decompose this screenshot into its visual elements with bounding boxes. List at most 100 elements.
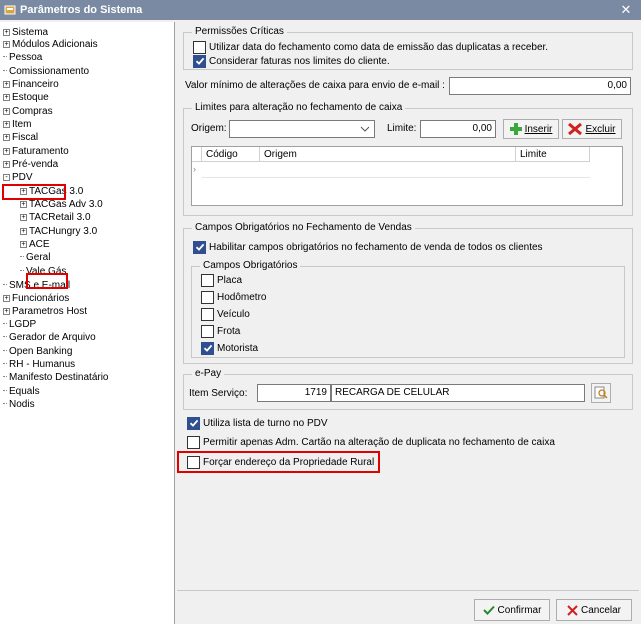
tree-item-label: Pré-venda bbox=[12, 159, 59, 170]
tree-connector bbox=[3, 56, 7, 57]
inserir-button[interactable]: Inserir bbox=[503, 119, 559, 139]
expand-icon[interactable]: + bbox=[3, 41, 10, 48]
checkbox-box bbox=[187, 435, 200, 449]
opt-considerar-faturas-checkbox[interactable]: Considerar faturas nos limites do client… bbox=[193, 54, 390, 68]
origem-select[interactable] bbox=[229, 120, 375, 138]
highlight-geral bbox=[26, 273, 68, 289]
hodometro-label: Hodômetro bbox=[217, 291, 267, 303]
expand-icon[interactable]: + bbox=[3, 121, 10, 128]
table-row[interactable] bbox=[202, 163, 590, 178]
hodometro-checkbox[interactable]: Hodômetro bbox=[201, 290, 266, 304]
excluir-button[interactable]: Excluir bbox=[562, 119, 622, 139]
tree-item-compras[interactable]: + Compras bbox=[3, 106, 53, 118]
lista-turno-label: Utiliza lista de turno no PDV bbox=[203, 417, 328, 429]
settings-tree[interactable]: + Sistema + Módulos Adicionais Pessoa Comissi… bbox=[0, 22, 175, 624]
tree-item-pessoa[interactable]: Pessoa bbox=[3, 52, 42, 64]
tree-item-ace[interactable]: + ACE bbox=[20, 239, 50, 251]
tree-item-label: RH - Humanus bbox=[9, 359, 76, 370]
placa-label: Placa bbox=[217, 274, 243, 286]
chevron-down-icon bbox=[360, 126, 370, 132]
tree-item-fiscal[interactable]: + Fiscal bbox=[3, 132, 38, 144]
inserir-label: Inserir bbox=[524, 123, 553, 135]
delete-icon bbox=[568, 123, 583, 135]
tree-item-tacretail-3-0[interactable]: + TACRetail 3.0 bbox=[20, 212, 91, 224]
cancelar-button[interactable]: Cancelar bbox=[556, 599, 632, 621]
veiculo-checkbox[interactable]: Veículo bbox=[201, 307, 250, 321]
checkmark-icon bbox=[187, 416, 200, 430]
expand-icon[interactable]: + bbox=[3, 148, 10, 155]
expand-icon[interactable]: + bbox=[3, 108, 10, 115]
close-icon[interactable]: ✕ bbox=[611, 0, 641, 20]
tree-item-label: Financeiro bbox=[12, 79, 59, 90]
tree-item-sistema[interactable]: + Sistema bbox=[3, 27, 48, 39]
lista-turno-checkbox[interactable]: Utiliza lista de turno no PDV bbox=[187, 416, 328, 430]
checkbox-box bbox=[201, 273, 214, 287]
tree-item-pre-venda[interactable]: + Pré-venda bbox=[3, 159, 58, 171]
limite-input[interactable]: 0,00 bbox=[420, 120, 496, 138]
tree-item-tacgas-adv-3-0[interactable]: + TACGas Adv 3.0 bbox=[20, 199, 103, 211]
grid-indicator-header bbox=[192, 147, 202, 162]
expand-icon[interactable]: + bbox=[3, 308, 10, 315]
opt-data-fechamento-label: Utilizar data do fechamento como data de… bbox=[209, 41, 549, 53]
tree-item-open-banking[interactable]: Open Banking bbox=[3, 346, 72, 358]
settings-panel: Permissões Críticas Utilizar data do fec… bbox=[177, 22, 639, 584]
tree-item-nodis[interactable]: Nodis bbox=[3, 399, 35, 411]
expand-icon[interactable]: + bbox=[20, 201, 27, 208]
motorista-label: Motorista bbox=[217, 342, 259, 354]
tree-item-label: Geral bbox=[26, 252, 51, 263]
tree-connector bbox=[20, 256, 24, 257]
expand-icon[interactable]: + bbox=[20, 241, 27, 248]
placa-checkbox[interactable]: Placa bbox=[201, 273, 242, 287]
expand-icon[interactable]: + bbox=[3, 81, 10, 88]
opt-considerar-faturas-label: Considerar faturas nos limites do client… bbox=[209, 55, 390, 67]
valor-minimo-label: Valor mínimo de alterações de caixa para… bbox=[185, 80, 445, 91]
item-servico-code-input[interactable]: 1719 bbox=[257, 384, 331, 402]
collapse-icon[interactable]: - bbox=[3, 174, 10, 181]
tree-item-financeiro[interactable]: + Financeiro bbox=[3, 79, 59, 91]
tree-item-label: Gerador de Arquivo bbox=[9, 332, 96, 343]
veiculo-label: Veículo bbox=[217, 308, 250, 320]
tree-item-modulos-adicionais[interactable]: + Módulos Adicionais bbox=[3, 39, 98, 51]
opt-data-fechamento-checkbox[interactable]: Utilizar data do fechamento como data de… bbox=[193, 40, 548, 54]
expand-icon[interactable]: + bbox=[3, 295, 10, 302]
column-header-origem[interactable]: Origem bbox=[260, 147, 516, 162]
habilitar-campos-checkbox[interactable]: Habilitar campos obrigatórios no fechame… bbox=[193, 240, 543, 254]
tree-item-pdv[interactable]: - PDV bbox=[3, 172, 33, 184]
motorista-checkbox[interactable]: Motorista bbox=[201, 341, 258, 355]
adm-cartao-checkbox[interactable]: Permitir apenas Adm. Cartão na alteração… bbox=[187, 435, 555, 449]
tree-item-funcionarios[interactable]: + Funcionários bbox=[3, 293, 69, 305]
tree-item-comissionamento[interactable]: Comissionamento bbox=[3, 66, 89, 78]
valor-minimo-input[interactable]: 0,00 bbox=[449, 77, 631, 95]
limites-grid[interactable]: Código Origem Limite › bbox=[191, 146, 623, 206]
expand-icon[interactable]: + bbox=[3, 94, 10, 101]
checkmark-icon bbox=[193, 240, 206, 254]
frota-checkbox[interactable]: Frota bbox=[201, 324, 240, 338]
tree-item-lgdp[interactable]: LGDP bbox=[3, 319, 36, 331]
column-header-codigo[interactable]: Código bbox=[202, 147, 260, 162]
cancel-icon bbox=[567, 604, 578, 616]
expand-icon[interactable]: + bbox=[3, 134, 10, 141]
checkbox-box bbox=[201, 324, 214, 338]
tree-item-item[interactable]: + Item bbox=[3, 119, 31, 131]
tree-item-equals[interactable]: Equals bbox=[3, 386, 40, 398]
confirmar-button[interactable]: Confirmar bbox=[474, 599, 550, 621]
tree-item-label: Funcionários bbox=[12, 293, 70, 304]
expand-icon[interactable]: + bbox=[3, 161, 10, 168]
adm-cartao-label: Permitir apenas Adm. Cartão na alteração… bbox=[203, 436, 555, 448]
search-button[interactable] bbox=[591, 383, 611, 403]
tree-item-label: Open Banking bbox=[9, 346, 73, 357]
tree-item-rh-humanus[interactable]: RH - Humanus bbox=[3, 359, 75, 371]
tree-item-tachungry-3-0[interactable]: + TACHungry 3.0 bbox=[20, 226, 97, 238]
column-header-limite[interactable]: Limite bbox=[516, 147, 590, 162]
expand-icon[interactable]: + bbox=[20, 228, 27, 235]
item-servico-desc-input[interactable]: RECARGA DE CELULAR bbox=[331, 384, 585, 402]
tree-item-gerador-de-arquivo[interactable]: Gerador de Arquivo bbox=[3, 332, 96, 344]
tree-item-manifesto-destinatario[interactable]: Manifesto Destinatário bbox=[3, 372, 109, 384]
tree-item-faturamento[interactable]: + Faturamento bbox=[3, 146, 69, 158]
tree-item-estoque[interactable]: + Estoque bbox=[3, 92, 49, 104]
tree-item-geral[interactable]: Geral bbox=[20, 252, 50, 264]
origem-label: Origem: bbox=[191, 123, 227, 134]
expand-icon[interactable]: + bbox=[3, 29, 10, 36]
expand-icon[interactable]: + bbox=[20, 214, 27, 221]
tree-item-parametros-host[interactable]: + Parametros Host bbox=[3, 306, 87, 318]
